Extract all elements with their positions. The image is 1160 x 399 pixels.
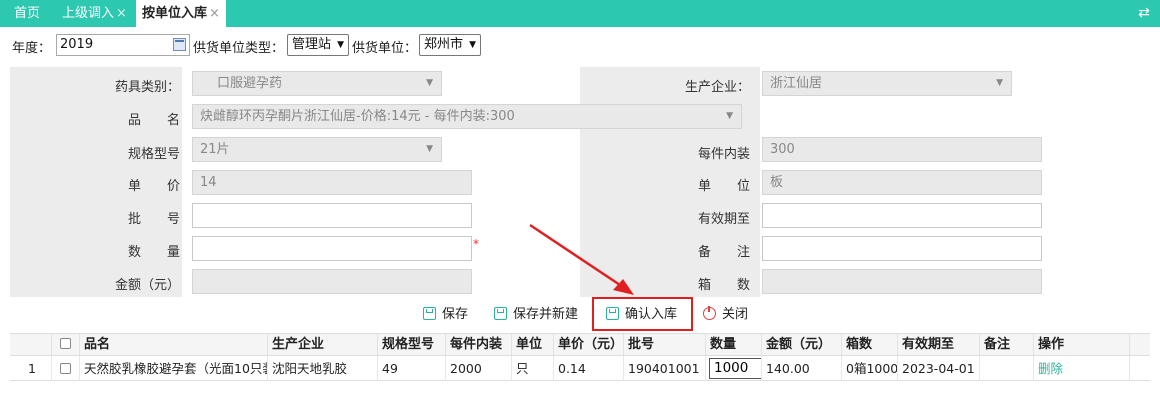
checkbox[interactable] — [60, 363, 71, 374]
checkbox[interactable] — [60, 338, 71, 349]
row-boxes: 0箱1000只 — [842, 356, 898, 381]
header-price: 单价（元） — [554, 334, 624, 357]
header-batch: 批号 — [624, 334, 706, 357]
header-unit: 单位 — [512, 334, 554, 357]
row-manufacturer: 沈阳天地乳胶 — [268, 356, 378, 381]
row-per-pack: 2000 — [446, 356, 512, 381]
header-manufacturer: 生产企业 — [268, 334, 378, 357]
row-name: 天然胶乳橡胶避孕套（光面10只装 — [80, 356, 268, 381]
row-select[interactable] — [52, 356, 80, 381]
row-amount: 140.00 — [762, 356, 842, 381]
header-quantity: 数量 — [706, 334, 762, 357]
row-operation: 删除 — [1034, 356, 1130, 381]
row-index: 1 — [10, 356, 52, 381]
row-spec: 49 — [378, 356, 446, 381]
row-unit: 只 — [512, 356, 554, 381]
quantity-input[interactable]: 1000 — [709, 358, 761, 379]
header-expiry: 有效期至 — [898, 334, 980, 357]
table-header: 品名 生产企业 规格型号 每件内装 单位 单价（元） 批号 数量 金额（元） 箱… — [10, 333, 1150, 357]
header-select-all[interactable] — [52, 334, 80, 357]
delete-link[interactable]: 删除 — [1038, 361, 1063, 376]
row-batch: 190401001 — [624, 356, 706, 381]
header-amount: 金额（元） — [762, 334, 842, 357]
header-per-pack: 每件内装 — [446, 334, 512, 357]
table-row: 1 天然胶乳橡胶避孕套（光面10只装 沈阳天地乳胶 49 2000 只 0.14… — [10, 356, 1150, 381]
header-spec: 规格型号 — [378, 334, 446, 357]
header-name: 品名 — [80, 334, 268, 357]
header-index — [10, 334, 52, 357]
header-operation: 操作 — [1034, 334, 1130, 357]
row-remark — [980, 356, 1034, 381]
row-price: 0.14 — [554, 356, 624, 381]
row-quantity-cell: 1000 — [706, 356, 762, 381]
row-expiry: 2023-04-01 — [898, 356, 980, 381]
header-remark: 备注 — [980, 334, 1034, 357]
header-boxes: 箱数 — [842, 334, 898, 357]
